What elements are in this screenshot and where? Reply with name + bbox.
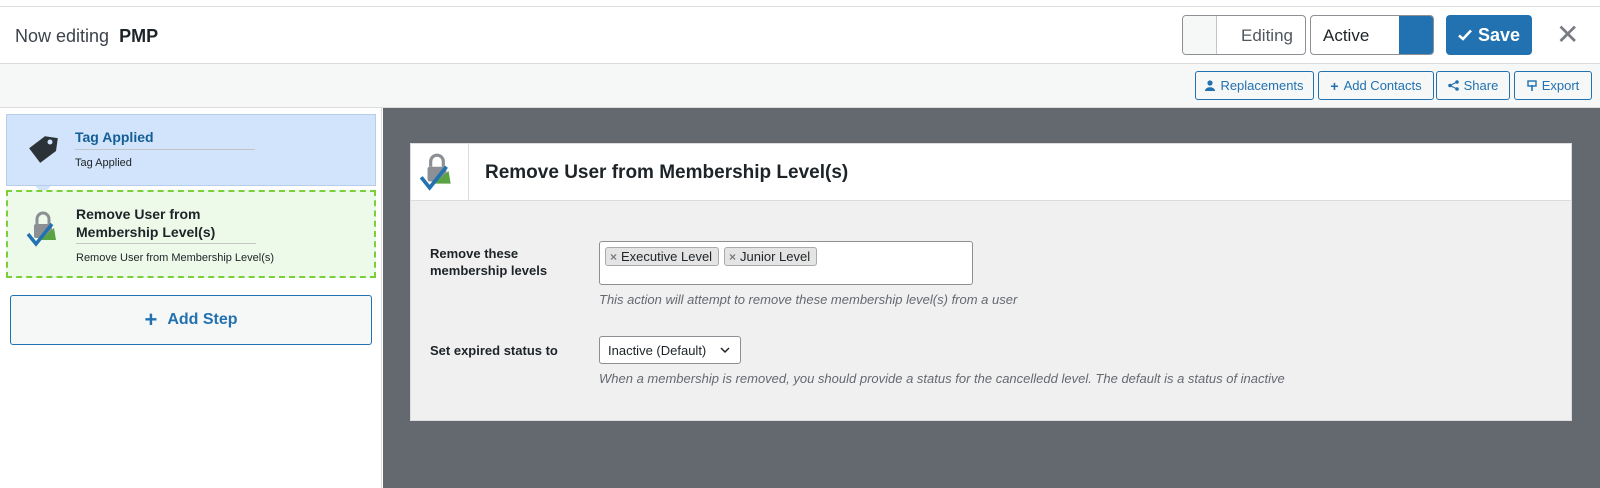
step-name-line1: Remove User from: [76, 206, 201, 222]
step-description: Remove User from Membership Level(s): [76, 252, 275, 264]
step-name: Remove User from Membership Level(s): [76, 205, 215, 241]
selected-level-tag: × Junior Level: [724, 247, 818, 266]
add-contacts-button[interactable]: + Add Contacts: [1318, 71, 1434, 100]
replacements-label: Replacements: [1220, 78, 1304, 93]
panel-title: Remove User from Membership Level(s): [485, 162, 849, 183]
save-button[interactable]: Save: [1446, 15, 1532, 55]
step-editor-area: Remove User from Membership Level(s) Rem…: [383, 108, 1600, 488]
tag-label: Executive Level: [621, 249, 713, 264]
status-field-label: Set expired status to: [430, 343, 558, 358]
export-button[interactable]: Export: [1514, 71, 1592, 100]
step-description: Tag Applied: [75, 157, 132, 169]
step-settings-panel: Remove User from Membership Level(s) Rem…: [410, 143, 1572, 421]
remove-tag-icon[interactable]: ×: [610, 250, 617, 264]
pmp-logo-icon: [26, 211, 56, 247]
step-divider: [75, 149, 255, 150]
tag-icon: [29, 136, 58, 163]
share-button[interactable]: Share: [1436, 71, 1510, 100]
step-divider: [76, 243, 256, 244]
step-remove-membership[interactable]: Remove User from Membership Level(s) Rem…: [6, 190, 376, 278]
step-name-line2: Membership Level(s): [76, 224, 216, 240]
expired-status-select[interactable]: Inactive (Default): [599, 336, 741, 364]
add-contacts-label: Add Contacts: [1343, 78, 1422, 93]
user-icon: [1205, 80, 1216, 91]
now-editing-label: Now editing: [15, 26, 110, 46]
add-step-button[interactable]: + Add Step: [10, 295, 372, 345]
status-toggle-label: Active: [1323, 26, 1370, 45]
step-name: Tag Applied: [75, 129, 154, 145]
levels-label-line1: Remove these: [430, 246, 519, 261]
plus-icon: +: [144, 307, 158, 332]
status-toggle[interactable]: Active: [1310, 15, 1434, 55]
export-icon: [1527, 79, 1537, 91]
funnel-name: PMP: [119, 26, 159, 46]
chevron-down-icon: [720, 347, 730, 354]
status-toggle-switch[interactable]: [1399, 16, 1433, 54]
membership-levels-select[interactable]: × Executive Level × Junior Level: [599, 241, 973, 285]
pmp-logo-icon: [419, 153, 451, 191]
panel-header: Remove User from Membership Level(s): [411, 144, 1571, 201]
page-title: Now editing PMP: [15, 26, 158, 47]
editor-header: Now editing PMP Editing Active Save ✕: [0, 6, 1600, 64]
replacements-button[interactable]: Replacements: [1195, 71, 1314, 100]
editing-toggle-label: Editing: [1241, 26, 1293, 45]
levels-label-line2: membership levels: [430, 263, 548, 278]
export-label: Export: [1541, 78, 1580, 93]
close-icon[interactable]: ✕: [1556, 21, 1579, 49]
status-help-text: When a membership is removed, you should…: [599, 371, 1285, 386]
tag-label: Junior Level: [740, 249, 811, 264]
share-icon: [1447, 80, 1459, 91]
remove-tag-icon[interactable]: ×: [729, 250, 736, 264]
expired-status-value: Inactive (Default): [608, 343, 707, 358]
step-tag-applied[interactable]: Tag Applied Tag Applied: [6, 114, 376, 194]
selected-level-tag: × Executive Level: [605, 247, 720, 266]
editing-toggle-switch[interactable]: [1183, 16, 1217, 54]
levels-field-label: Remove these membership levels: [430, 245, 547, 279]
panel-header-divider: [468, 144, 469, 201]
plus-icon: +: [1330, 77, 1339, 94]
editing-toggle[interactable]: Editing: [1182, 15, 1306, 55]
check-icon: [1458, 29, 1472, 41]
steps-sidebar: Tag Applied Tag Applied Remove User from…: [0, 108, 382, 488]
levels-help-text: This action will attempt to remove these…: [599, 292, 1018, 307]
share-label: Share: [1463, 78, 1499, 93]
save-button-label: Save: [1477, 24, 1521, 45]
funnel-toolbar: Replacements + Add Contacts Share Export: [0, 64, 1600, 108]
add-step-label: Add Step: [167, 311, 238, 328]
